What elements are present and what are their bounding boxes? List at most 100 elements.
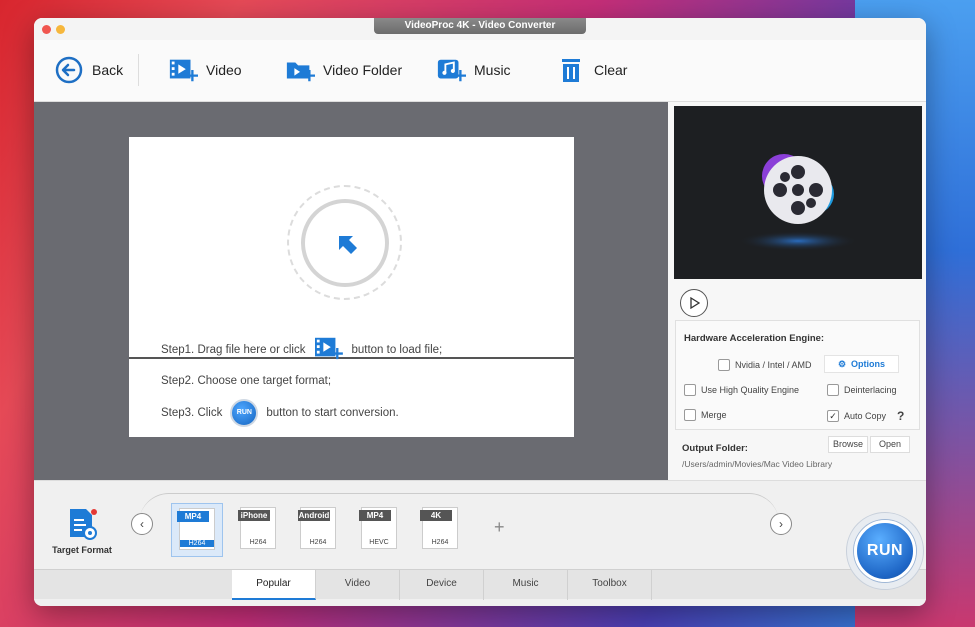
add-music-button[interactable]: Music <box>436 56 511 84</box>
format-codec: H264 <box>249 539 267 546</box>
step2-text: Step2. Choose one target format; <box>161 375 332 387</box>
minimize-window-button[interactable] <box>56 25 65 34</box>
video-add-icon <box>168 56 198 84</box>
output-folder-label: Output Folder: <box>682 443 748 454</box>
merge-box[interactable] <box>684 409 696 421</box>
hardware-title: Hardware Acceleration Engine: <box>684 333 825 344</box>
auto-copy-label: Auto Copy <box>844 411 887 421</box>
format-codec: HEVC <box>369 539 389 546</box>
step3-suffix: button to start conversion. <box>266 407 399 419</box>
format-category-tabs: Popular Video Device Music Toolbox <box>34 569 926 600</box>
clear-button[interactable]: Clear <box>556 56 627 84</box>
video-preview <box>674 106 922 279</box>
format-tag: 4K <box>420 510 452 521</box>
nvidia-checkbox[interactable]: Nvidia / Intel / AMD <box>718 359 812 371</box>
format-file-icon: MP4 HEVC <box>359 507 397 549</box>
tab-device[interactable]: Device <box>400 570 484 600</box>
video-label: Video <box>206 62 242 78</box>
format-file-icon: 4K H264 <box>420 507 458 549</box>
trash-icon <box>556 56 586 84</box>
format-codec: H264 <box>431 539 449 546</box>
right-panel: Hardware Acceleration Engine: Nvidia / I… <box>670 102 926 480</box>
add-video-button[interactable]: Video <box>168 56 242 84</box>
back-arrow-icon <box>54 56 84 84</box>
step1-suffix: button to load file; <box>351 343 443 356</box>
add-format-plus-icon[interactable]: + <box>494 517 505 538</box>
music-add-icon <box>436 56 466 84</box>
deinterlacing-label: Deinterlacing <box>844 385 897 395</box>
tab-popular[interactable]: Popular <box>232 570 316 600</box>
format-item-4[interactable]: 4K H264 <box>414 503 466 557</box>
format-item-1[interactable]: iPhone H264 <box>232 503 284 557</box>
format-item-2[interactable]: Android H264 <box>292 503 344 557</box>
output-folder-path: /Users/admin/Movies/Mac Video Library <box>682 459 833 469</box>
step1-video-icon[interactable] <box>313 335 344 364</box>
deinterlacing-box[interactable] <box>827 384 839 396</box>
high-quality-box[interactable] <box>684 384 696 396</box>
step3-text: Step3. Click RUN button to start convers… <box>161 399 399 427</box>
chevron-left-icon: ‹ <box>140 517 144 531</box>
format-tag: Android <box>298 510 330 521</box>
music-label: Music <box>474 62 511 78</box>
chevron-right-icon: › <box>779 517 783 531</box>
close-window-button[interactable] <box>42 25 51 34</box>
play-button[interactable] <box>680 289 708 317</box>
hardware-acceleration-panel: Hardware Acceleration Engine: Nvidia / I… <box>675 320 920 430</box>
format-item-0[interactable]: MP4 H264 <box>171 503 223 557</box>
add-video-folder-button[interactable]: Video Folder <box>285 56 402 84</box>
window-title: VideoProc 4K - Video Converter <box>374 18 586 34</box>
step1-prefix: Step1. Drag file here or click <box>161 343 306 356</box>
browse-button[interactable]: Browse <box>828 436 868 453</box>
main-area: Step1. Drag file here or click button to… <box>34 102 926 480</box>
format-bar: Target Format ‹ MP4 H264 iPhone H264 And… <box>34 480 926 606</box>
target-format-icon <box>67 507 97 541</box>
folder-add-icon <box>285 56 315 84</box>
high-quality-label: Use High Quality Engine <box>701 385 800 395</box>
step3-prefix: Step3. Click <box>161 407 223 419</box>
nvidia-box[interactable] <box>718 359 730 371</box>
drop-zone[interactable]: Step1. Drag file here or click button to… <box>129 137 574 360</box>
high-quality-checkbox[interactable]: Use High Quality Engine <box>684 384 799 396</box>
auto-copy-box[interactable]: ✓ <box>827 410 839 422</box>
nvidia-label: Nvidia / Intel / AMD <box>735 360 812 370</box>
run-label: RUN <box>854 520 916 582</box>
target-format-label: Target Format <box>52 545 112 555</box>
format-item-3[interactable]: MP4 HEVC <box>353 503 405 557</box>
file-drop-area[interactable]: Step1. Drag file here or click button to… <box>34 102 668 480</box>
drag-arrow-icon <box>336 233 360 262</box>
merge-label: Merge <box>701 410 727 420</box>
toolbar: Back Video Video Folder Music Clear <box>34 40 926 102</box>
open-button[interactable]: Open <box>870 436 910 453</box>
video-folder-label: Video Folder <box>323 62 403 78</box>
play-icon <box>690 297 700 309</box>
tab-video[interactable]: Video <box>316 570 400 600</box>
format-codec: H264 <box>309 539 327 546</box>
merge-checkbox[interactable]: Merge <box>684 409 727 421</box>
toolbar-divider <box>138 54 139 86</box>
drop-instructions-card: Step1. Drag file here or click button to… <box>129 137 574 437</box>
back-button[interactable]: Back <box>54 56 123 84</box>
tab-music[interactable]: Music <box>484 570 568 600</box>
prev-format-button[interactable]: ‹ <box>131 513 153 535</box>
help-icon[interactable]: ? <box>897 409 904 423</box>
options-button[interactable]: ⚙ Options <box>824 355 899 373</box>
next-format-button[interactable]: › <box>770 513 792 535</box>
clear-label: Clear <box>594 62 628 78</box>
target-format-button[interactable]: Target Format <box>50 507 114 555</box>
tab-toolbox[interactable]: Toolbox <box>568 570 652 600</box>
format-file-icon: iPhone H264 <box>238 507 276 549</box>
format-tag: MP4 <box>359 510 391 521</box>
auto-copy-checkbox[interactable]: ✓ Auto Copy ? <box>827 409 904 423</box>
format-codec: H264 <box>180 540 214 547</box>
app-window: VideoProc 4K - Video Converter Back Vide… <box>34 18 926 606</box>
videoproc-logo-icon <box>738 154 858 251</box>
titlebar: VideoProc 4K - Video Converter <box>34 18 926 40</box>
back-label: Back <box>92 62 124 78</box>
format-file-icon: Android H264 <box>298 507 336 549</box>
deinterlacing-checkbox[interactable]: Deinterlacing <box>827 384 897 396</box>
format-tag: MP4 <box>177 511 209 522</box>
run-button[interactable]: RUN <box>846 512 924 590</box>
format-tag: iPhone <box>238 510 270 521</box>
step1-text: Step1. Drag file here or click button to… <box>161 335 442 364</box>
format-file-icon: MP4 H264 <box>177 508 215 550</box>
